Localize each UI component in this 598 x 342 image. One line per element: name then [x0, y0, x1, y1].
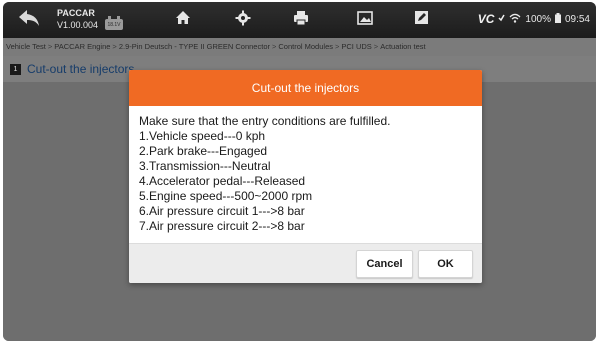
image-icon	[357, 10, 373, 30]
settings-button[interactable]	[233, 10, 253, 30]
back-icon	[18, 9, 40, 32]
breadcrumb-item[interactable]: 2.9-Pin Deutsch - TYPE II GREEN Connecto…	[119, 42, 270, 51]
dialog-line: 3.Transmission---Neutral	[139, 159, 271, 173]
vehicle-name: PACCAR	[57, 8, 95, 18]
confirm-dialog: Cut-out the injectors Make sure that the…	[129, 70, 482, 283]
breadcrumb-item[interactable]: PACCAR Engine	[54, 42, 110, 51]
dialog-line: 1.Vehicle speed---0 kph	[139, 129, 266, 143]
battery-icon	[554, 12, 561, 26]
print-button[interactable]	[291, 10, 311, 30]
breadcrumb: Vehicle Test > PACCAR Engine >2.9-Pin Deuts…	[3, 38, 596, 56]
page-title: Cut-out the injectors	[27, 62, 135, 76]
dialog-line: 4.Accelerator pedal---Released	[139, 174, 306, 188]
edit-button[interactable]	[411, 10, 431, 30]
breadcrumb-item[interactable]: Vehicle Test	[6, 42, 46, 51]
breadcrumb-separator-icon: >	[373, 42, 379, 51]
battery-voltage-badge: 18.1V	[105, 16, 123, 30]
edit-icon	[414, 10, 429, 30]
dialog-line: 6.Air pressure circuit 1--->8 bar	[139, 204, 305, 218]
breadcrumb-separator-icon: >	[112, 42, 117, 51]
wifi-icon	[509, 13, 521, 26]
print-icon	[293, 10, 309, 31]
vci-check-icon	[498, 14, 506, 25]
dialog-title: Cut-out the injectors	[129, 70, 482, 106]
dialog-line: 7.Air pressure circuit 2--->8 bar	[139, 219, 305, 233]
cancel-button[interactable]: Cancel	[356, 250, 413, 278]
status-area: VC 100% 09:54	[478, 12, 590, 26]
dialog-line: 2.Park brake---Engaged	[139, 144, 268, 158]
dialog-message: Make sure that the entry conditions are …	[129, 106, 482, 243]
top-toolbar: PACCAR V1.00.004 18.1V VC 100% 09:54	[3, 2, 596, 38]
breadcrumb-item[interactable]: Control Modules	[278, 42, 333, 51]
ok-button[interactable]: OK	[418, 250, 473, 278]
back-button[interactable]	[9, 6, 49, 34]
breadcrumb-item: Actuation test	[380, 42, 426, 51]
breadcrumb-item[interactable]: PCI UDS	[341, 42, 371, 51]
battery-percent: 100%	[525, 13, 551, 25]
software-version: V1.00.004	[57, 20, 99, 30]
dialog-line: 5.Engine speed---500~2000 rpm	[139, 189, 313, 203]
title-marker-icon: 1	[10, 63, 21, 75]
home-button[interactable]	[173, 10, 193, 30]
vehicle-info: PACCAR V1.00.004	[57, 7, 98, 31]
device-screen: PACCAR V1.00.004 18.1V VC 100% 09:54 Veh…	[3, 2, 596, 341]
clock: 09:54	[564, 13, 590, 25]
dialog-footer: Cancel OK	[129, 243, 482, 283]
screenshot-button[interactable]	[355, 10, 375, 30]
dialog-line: Make sure that the entry conditions are …	[139, 114, 391, 128]
home-icon	[175, 10, 191, 30]
settings-icon	[235, 10, 251, 31]
vci-connection-label: VC	[477, 12, 495, 26]
